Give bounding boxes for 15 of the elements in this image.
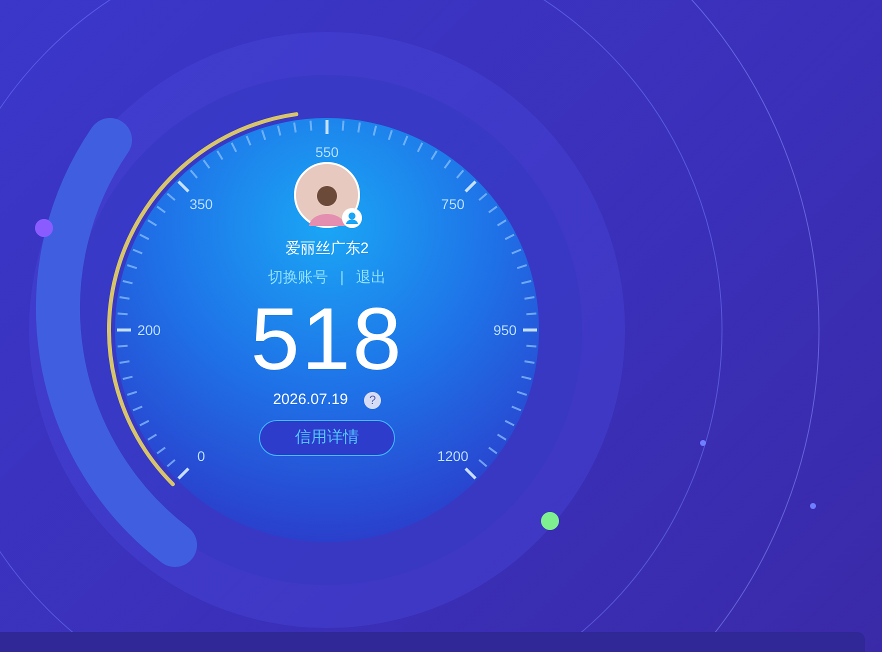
logout-link[interactable]: 退出 bbox=[356, 266, 386, 289]
credit-details-button[interactable]: 信用详情 bbox=[259, 420, 395, 456]
scale-label: 550 bbox=[315, 144, 339, 160]
scale-label: 950 bbox=[493, 322, 517, 338]
scale-label: 1200 bbox=[437, 448, 468, 464]
switch-account-link[interactable]: 切换账号 bbox=[268, 266, 328, 289]
separator: | bbox=[340, 268, 344, 288]
scale-label: 750 bbox=[441, 196, 465, 212]
credit-score: 518 bbox=[250, 291, 404, 387]
user-name: 爱丽丝广东2 bbox=[285, 239, 369, 259]
scale-label: 350 bbox=[189, 196, 213, 212]
scale-label: 200 bbox=[137, 322, 161, 338]
scale-label: 0 bbox=[197, 448, 206, 464]
score-date: 2026.07.19 bbox=[272, 390, 348, 410]
user-badge-icon bbox=[342, 208, 362, 228]
